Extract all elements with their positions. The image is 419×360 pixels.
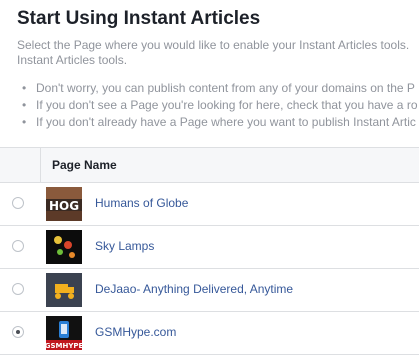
page-thumbnail xyxy=(46,230,82,264)
page-radio[interactable] xyxy=(12,326,24,338)
pages-table: Page Name HOG Humans of Globe Sky Lamps … xyxy=(0,147,419,355)
table-row[interactable]: GSMHYPE GSMHype.com xyxy=(0,312,419,355)
column-divider xyxy=(40,148,41,182)
page-name-link[interactable]: DeJaao- Anything Delivered, Anytime xyxy=(95,282,293,296)
page-thumbnail: GSMHYPE xyxy=(46,316,82,350)
page-name-link[interactable]: Humans of Globe xyxy=(95,196,188,210)
bullet-icon: • xyxy=(22,98,27,112)
page-name-link[interactable]: GSMHype.com xyxy=(95,325,176,339)
bullet-icon: • xyxy=(22,115,27,129)
table-row[interactable]: HOG Humans of Globe xyxy=(0,183,419,226)
page-thumbnail: HOG xyxy=(46,187,82,221)
gsmhype-phone-logo-icon: GSMHYPE xyxy=(46,316,82,350)
sky-lamps-logo-icon xyxy=(46,230,82,264)
thumb-label: GSMHYPE xyxy=(46,342,82,350)
tip-item: • If you don't see a Page you're looking … xyxy=(22,98,418,112)
humans-of-globe-logo-icon: HOG xyxy=(46,187,82,221)
table-row[interactable]: DeJaao- Anything Delivered, Anytime xyxy=(0,269,419,312)
page-title: Start Using Instant Articles xyxy=(17,8,261,29)
table-header: Page Name xyxy=(0,148,419,183)
thumb-label: HOG xyxy=(49,199,79,213)
dejaao-delivery-scooter-logo-icon xyxy=(46,273,82,307)
tip-item: • If you don't already have a Page where … xyxy=(22,115,416,129)
tip-item: • Don't worry, you can publish content fr… xyxy=(22,81,415,95)
column-header-page-name: Page Name xyxy=(52,158,117,172)
page-name-link[interactable]: Sky Lamps xyxy=(95,239,154,253)
tips-list: • Don't worry, you can publish content fr… xyxy=(17,80,419,131)
page-description: Select the Page where you would like to … xyxy=(17,38,410,67)
page-radio[interactable] xyxy=(12,283,24,295)
table-row[interactable]: Sky Lamps xyxy=(0,226,419,269)
page-radio[interactable] xyxy=(12,197,24,209)
page-radio[interactable] xyxy=(12,240,24,252)
bullet-icon: • xyxy=(22,81,27,95)
page-thumbnail xyxy=(46,273,82,307)
